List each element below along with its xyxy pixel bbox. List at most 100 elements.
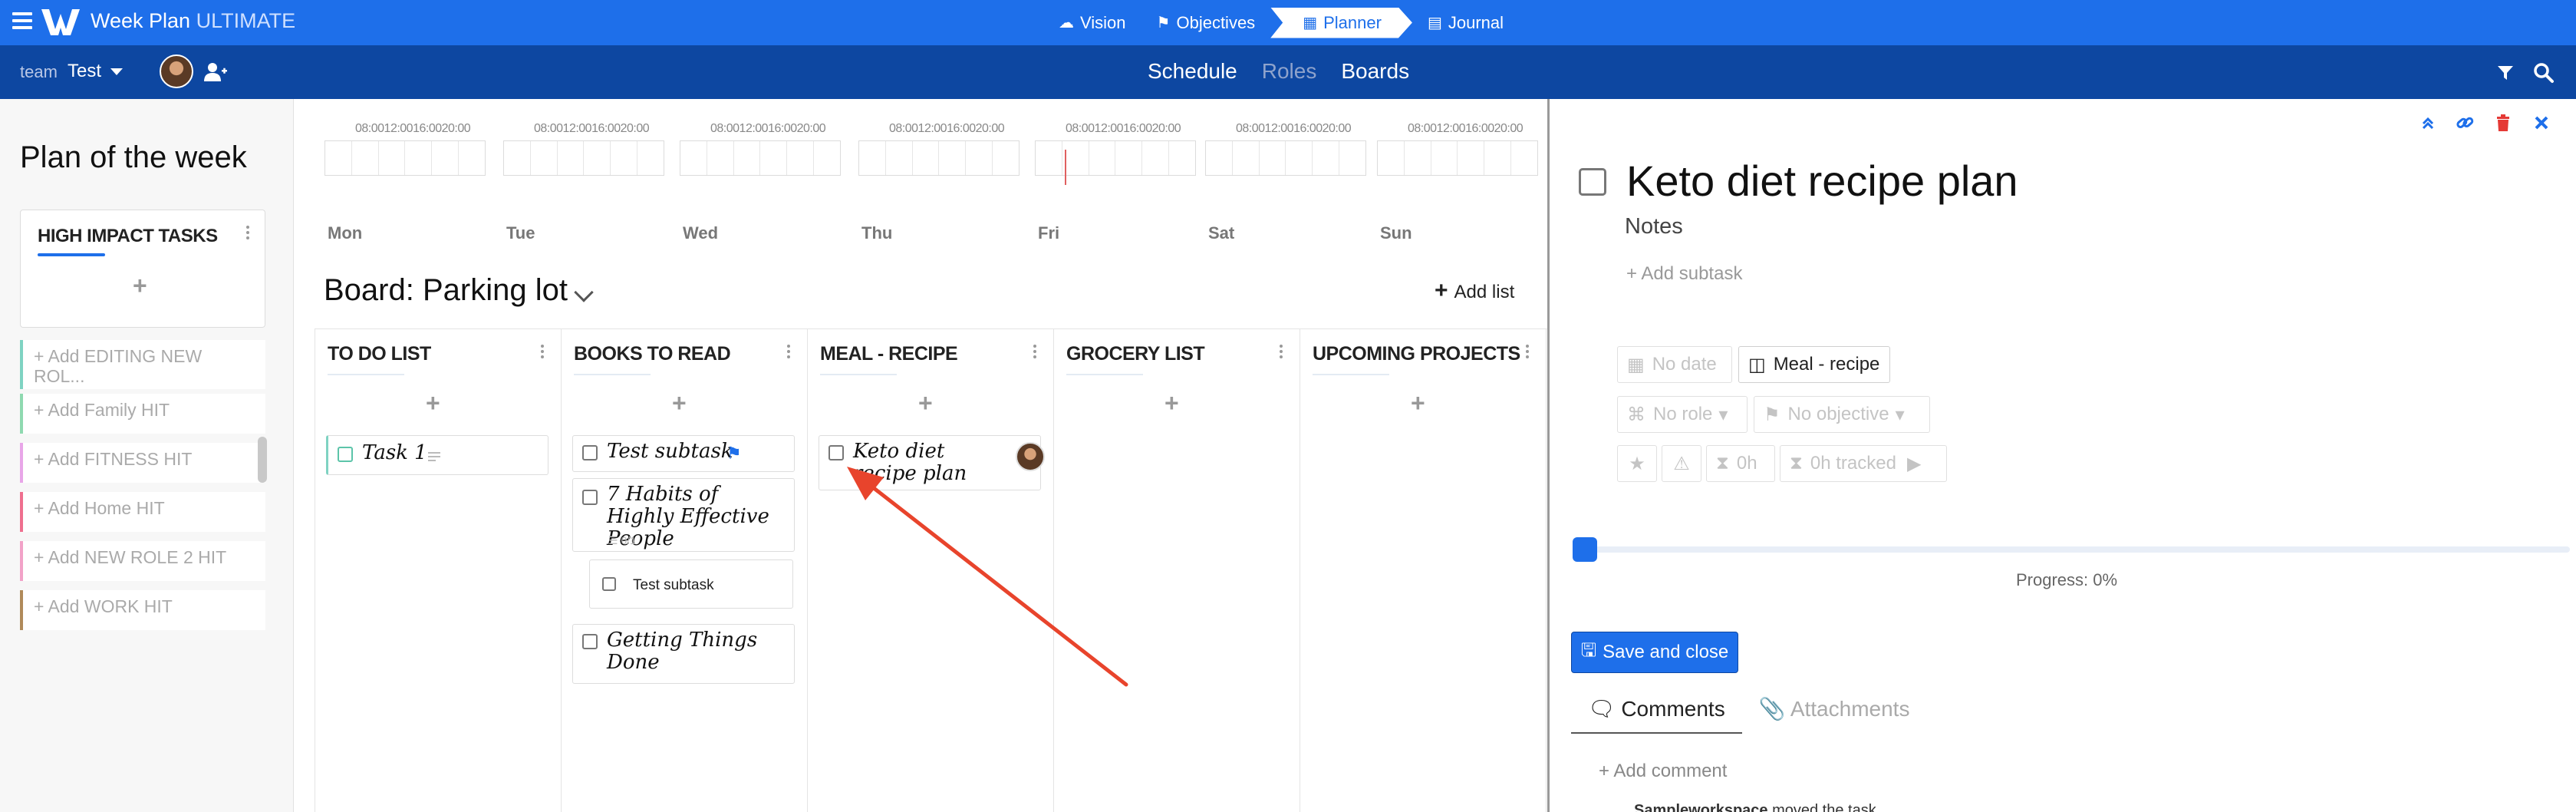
play-icon[interactable]: ▶ [1907,453,1921,475]
task-checkbox[interactable] [582,445,598,460]
card-test-subtask[interactable]: Test subtask ⚑ [572,435,795,472]
card-7-habits[interactable]: 7 Habits of Highly Effective People ☰ 0/… [572,478,795,552]
high-impact-tasks-card: HIGH IMPACT TASKS + [20,210,265,328]
activity-entry: Sampleworkspace moved the task [1634,802,1876,812]
more-icon[interactable] [1526,345,1530,361]
add-card-button[interactable]: + [1164,391,1179,415]
more-icon[interactable] [787,345,792,361]
plus-icon: + [1435,278,1448,303]
trash-icon[interactable] [2493,113,2513,133]
task-checkbox[interactable] [828,445,844,460]
notes-field[interactable]: Notes [1625,214,1683,239]
nav-journal[interactable]: ▤ Journal [1412,8,1519,38]
card-nested-subtask[interactable]: Test subtask [589,559,793,609]
card-getting-things-done[interactable]: Getting Things Done [572,624,795,684]
annotation-arrow [847,467,1128,687]
app-title: Week Plan ULTIMATE [91,9,296,32]
star-button[interactable]: ★ [1617,445,1657,482]
task-checkbox[interactable] [582,490,598,505]
chevron-down-icon[interactable] [574,282,594,302]
progress-slider[interactable] [1573,546,2570,553]
close-icon[interactable] [2532,113,2551,133]
calendar-icon: ▦ [1627,354,1645,375]
nav-planner[interactable]: ▦ Planner [1270,8,1412,38]
date-picker[interactable]: ▦ No date [1617,346,1732,383]
star-icon: ★ [1629,453,1645,474]
paperclip-icon: 📎 [1758,697,1786,721]
week-plan-logo[interactable] [40,6,81,38]
urgent-button[interactable]: ⚠ [1662,445,1701,482]
add-hit-button[interactable]: + [133,273,147,298]
comments-icon: 🗨 [1588,697,1616,721]
top-bar: Week Plan ULTIMATE ☁ Vision ⚑ Objectives… [0,0,2576,45]
objective-selector[interactable]: ⚑ No objective ▾ [1754,396,1930,433]
add-subtask-link[interactable]: + Add subtask [1626,263,1742,285]
progress-handle[interactable] [1573,537,1597,562]
menu-icon[interactable] [12,12,32,31]
duration-field[interactable]: ⧗ 0h [1706,445,1775,482]
card-task-1[interactable]: Task 1 [326,435,548,475]
flag-icon: ⚑ [1764,404,1780,425]
add-list-button[interactable]: + Add list [1435,278,1514,304]
view-switcher: Schedule Roles Boards [1148,59,1434,84]
tab-attachments[interactable]: 📎 Attachments [1742,696,1927,734]
task-checkbox[interactable] [338,447,353,462]
time-tracker[interactable]: ⧗ 0h tracked ▶ [1780,445,1947,482]
role-row-home[interactable]: + Add Home HIT [20,492,265,532]
view-schedule[interactable]: Schedule [1148,59,1237,84]
task-complete-checkbox[interactable] [1579,168,1606,196]
add-card-button[interactable]: + [1411,391,1425,415]
task-checkbox[interactable] [602,577,616,591]
nav-vision[interactable]: ☁ Vision [1043,8,1141,38]
role-row-new-role-2[interactable]: + Add NEW ROLE 2 HIT [20,541,265,581]
tab-comments[interactable]: 🗨 Comments [1571,696,1742,734]
add-card-button[interactable]: + [426,391,440,415]
more-icon[interactable] [541,345,545,361]
role-selector[interactable]: ⌘ No role ▾ [1617,396,1748,433]
more-icon[interactable] [1033,345,1038,361]
task-checkbox[interactable] [582,634,598,649]
more-icon[interactable] [1280,345,1284,361]
role-row-work[interactable]: + Add WORK HIT [20,590,265,630]
role-row-family[interactable]: + Add Family HIT [20,394,265,434]
left-scrollbar[interactable] [258,437,267,483]
add-card-button[interactable]: + [918,391,933,415]
more-icon[interactable] [246,226,251,242]
progress-label: Progress: 0% [2016,570,2118,589]
add-user-icon[interactable] [204,62,227,82]
hourglass-icon: ⧗ [1716,453,1729,474]
task-title[interactable]: Keto diet recipe plan [1626,156,2018,206]
warning-icon: ⚠ [1673,453,1690,474]
subtask-count: ☰ 0/1 [608,534,636,546]
board-title[interactable]: Board: Parking lot [324,273,568,308]
calendar-icon: ▦ [1303,15,1318,31]
view-boards[interactable]: Boards [1341,59,1409,84]
add-comment-link[interactable]: + Add comment [1599,761,1727,782]
role-row-editing[interactable]: + Add EDITING NEW ROL... [20,340,265,389]
nav-objectives[interactable]: ⚑ Objectives [1141,8,1271,38]
link-icon[interactable] [2455,113,2475,133]
add-card-button[interactable]: + [672,391,687,415]
avatar[interactable] [160,54,193,88]
flag-icon: ⚑ [726,444,742,463]
collapse-icon[interactable] [2418,113,2438,133]
notes-icon [428,452,440,461]
task-detail-panel: Keto diet recipe plan Notes + Add subtas… [1547,99,2576,812]
detail-tabs: 🗨 Comments 📎 Attachments [1571,696,1926,734]
list-selector[interactable]: ◫ Meal - recipe [1738,346,1890,383]
left-panel: Plan of the week HIGH IMPACT TASKS + + A… [0,99,294,812]
filter-icon[interactable] [2496,64,2515,82]
team-selector[interactable]: Test [68,61,101,82]
caret-down-icon[interactable] [110,68,123,75]
view-roles[interactable]: Roles [1262,59,1317,84]
sitemap-icon: ⌘ [1627,404,1645,425]
role-row-fitness[interactable]: + Add FITNESS HIT [20,443,265,483]
team-label: team [20,62,58,81]
save-and-close-button[interactable]: 🖫 Save and close [1571,632,1738,673]
column-books-to-read: BOOKS TO READ + Test subtask ⚑ 7 Habits … [561,329,808,812]
search-icon[interactable] [2533,62,2555,84]
column-to-do-list: TO DO LIST + Task 1 [315,329,562,812]
book-icon: ▤ [1427,15,1442,31]
main-nav: ☁ Vision ⚑ Objectives ▦ Planner ▤ Journa… [1043,0,1519,45]
week-strip: 08:0012:0016:0020:00 Mon 08:0012:0016:00… [294,99,1547,245]
